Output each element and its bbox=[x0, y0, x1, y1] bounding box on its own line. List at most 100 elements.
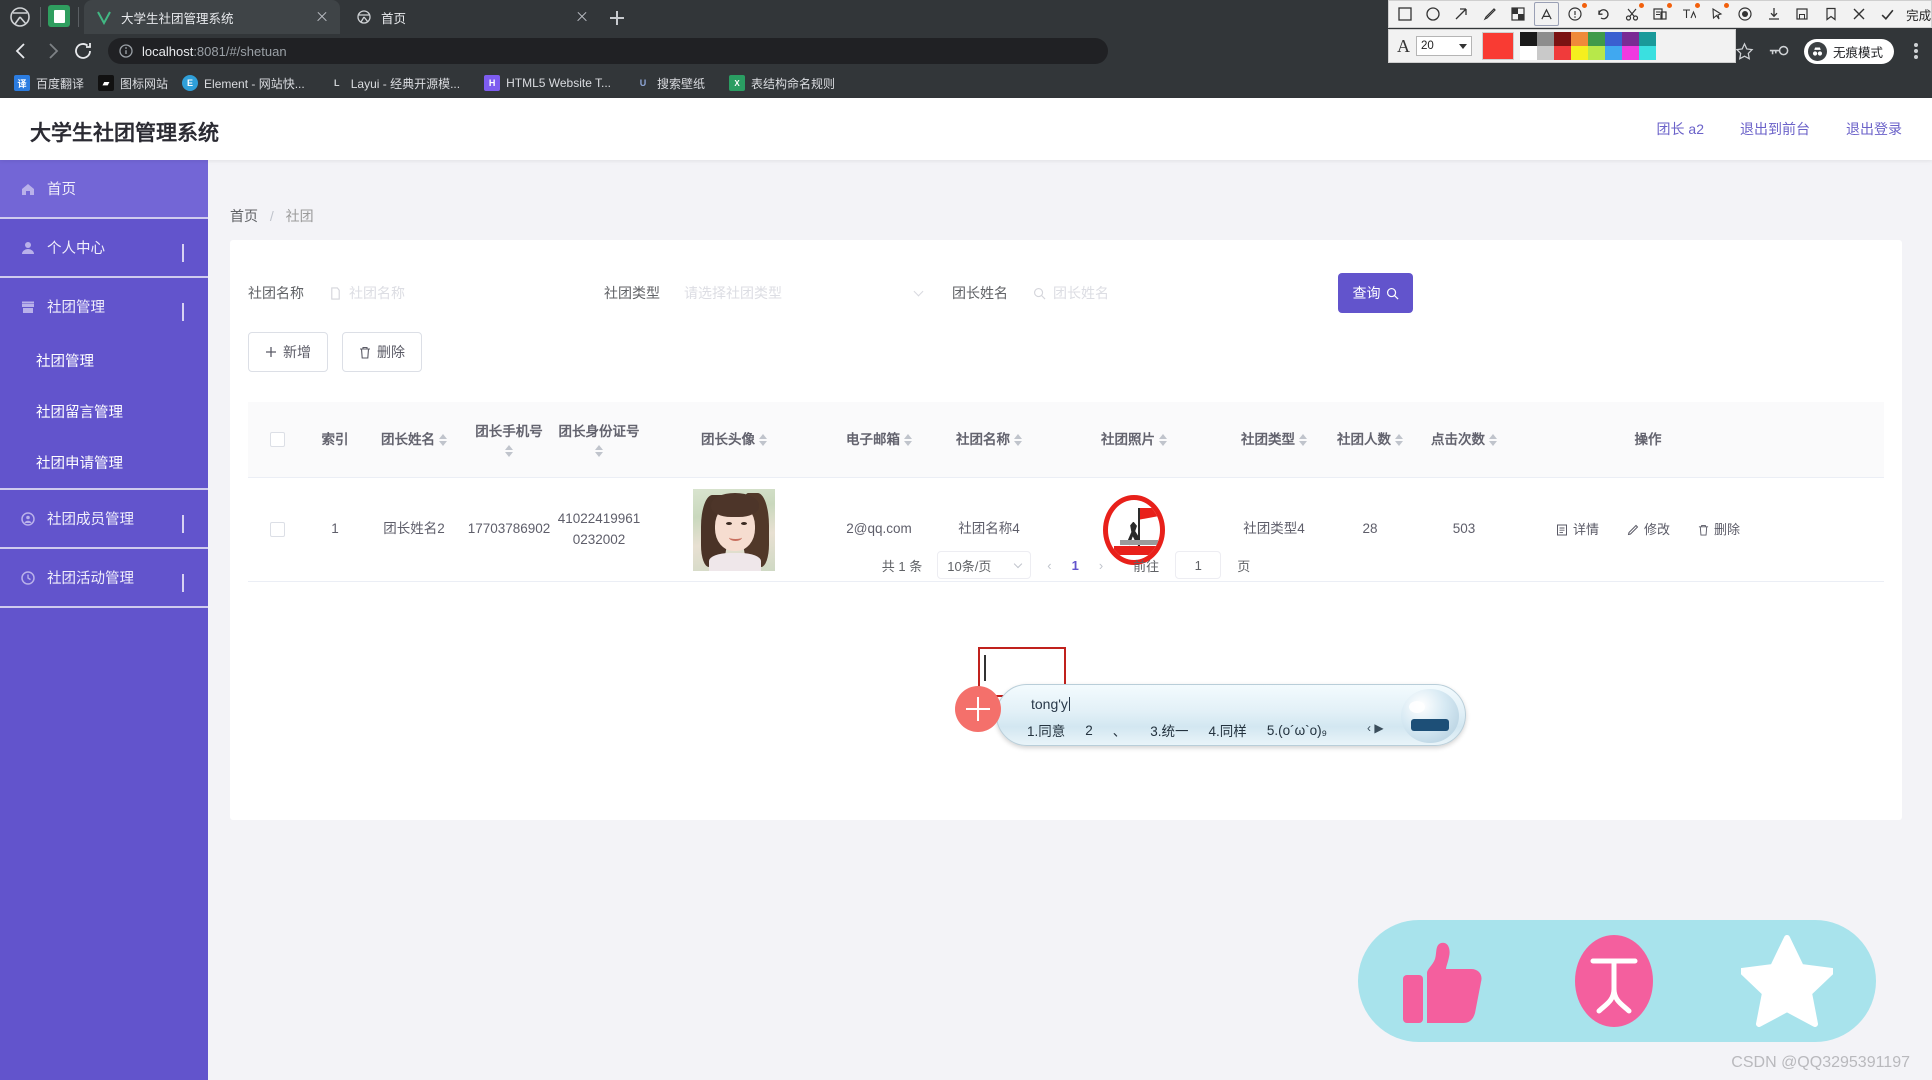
download-tool[interactable] bbox=[1761, 2, 1786, 26]
table-header-club-name[interactable]: 社团名称 bbox=[934, 430, 1044, 450]
ime-candidate[interactable]: 4.同样 bbox=[1209, 720, 1247, 740]
thumbs-down-icon[interactable] bbox=[1573, 933, 1655, 1029]
collect-tool[interactable] bbox=[1818, 2, 1843, 26]
delete-button[interactable]: 删除 bbox=[342, 332, 422, 372]
arrow-tool[interactable] bbox=[1449, 2, 1474, 26]
sidebar-subitem-club-manage[interactable]: 社团管理 bbox=[0, 335, 208, 386]
ime-candidate[interactable]: 2 bbox=[1085, 723, 1093, 738]
sidebar-item-home[interactable]: 首页 bbox=[0, 160, 208, 217]
sort-icon[interactable] bbox=[1014, 433, 1022, 446]
ime-candidate[interactable]: 3.统一 bbox=[1150, 720, 1188, 740]
club-type-select[interactable]: 请选择社团类型 bbox=[674, 273, 932, 313]
table-header-club-type[interactable]: 社团类型 bbox=[1224, 430, 1324, 450]
mosaic-tool[interactable] bbox=[1506, 2, 1531, 26]
breadcrumb-home[interactable]: 首页 bbox=[230, 208, 258, 224]
key-icon[interactable] bbox=[1768, 42, 1790, 61]
page-size-select[interactable]: 10条/页 bbox=[937, 551, 1032, 579]
table-header-leader-idcard[interactable]: 团长身份证号 bbox=[554, 422, 644, 457]
sidebar-item-club-management[interactable]: 社团管理 bbox=[0, 278, 208, 335]
table-header-member-count[interactable]: 社团人数 bbox=[1324, 430, 1416, 450]
info-circle-icon[interactable] bbox=[118, 43, 134, 59]
sidebar-subitem-club-application[interactable]: 社团申请管理 bbox=[0, 437, 208, 488]
sort-icon[interactable] bbox=[759, 433, 767, 446]
add-button[interactable]: 新增 bbox=[248, 332, 328, 372]
sidebar-item-club-members[interactable]: 社团成员管理 bbox=[0, 490, 208, 547]
tab-close-icon-2[interactable] bbox=[570, 5, 594, 29]
table-header-email[interactable]: 电子邮箱 bbox=[824, 430, 934, 450]
tab-close-icon[interactable] bbox=[310, 5, 334, 29]
bookmark-item[interactable]: H HTML5 Website T... bbox=[484, 75, 611, 91]
current-user-label[interactable]: 团长 a2 bbox=[1657, 119, 1704, 139]
star-icon[interactable] bbox=[1735, 41, 1754, 61]
address-bar[interactable]: localhost:8081/#/shetuan bbox=[108, 38, 1108, 64]
bookmark-item[interactable]: ▰ 图标网站 bbox=[98, 75, 168, 92]
cut-tool[interactable] bbox=[1619, 2, 1644, 26]
row-edit-button[interactable]: 修改 bbox=[1627, 520, 1670, 540]
sort-icon[interactable] bbox=[439, 433, 447, 446]
table-header-click-count[interactable]: 点击次数 bbox=[1416, 430, 1512, 450]
sort-icon[interactable] bbox=[904, 433, 912, 446]
ime-candidate[interactable]: 、 bbox=[1113, 720, 1127, 740]
back-button[interactable] bbox=[10, 40, 32, 62]
font-size-select[interactable]: 20 bbox=[1416, 36, 1472, 56]
cancel-tool[interactable] bbox=[1846, 2, 1871, 26]
confirm-tool[interactable] bbox=[1875, 2, 1900, 26]
pen-tool[interactable] bbox=[1477, 2, 1502, 26]
rectangle-tool[interactable] bbox=[1392, 2, 1417, 26]
forward-button[interactable] bbox=[42, 40, 64, 62]
sidebar-subitem-club-message[interactable]: 社团留言管理 bbox=[0, 386, 208, 437]
bookmark-item[interactable]: X 表结构命名规则 bbox=[729, 75, 835, 92]
serial-number-tool[interactable] bbox=[1562, 2, 1587, 26]
extension-icon[interactable] bbox=[48, 5, 70, 27]
pagination-page-1[interactable]: 1 bbox=[1072, 558, 1079, 573]
bookmark-item[interactable]: U 搜索壁纸 bbox=[635, 75, 705, 92]
bookmark-item[interactable]: 译 百度翻译 bbox=[14, 75, 84, 92]
table-header-leader-avatar[interactable]: 团长头像 bbox=[644, 430, 824, 450]
text-tool[interactable] bbox=[1533, 2, 1560, 26]
bookmark-item[interactable]: L Layui - 经典开源模... bbox=[329, 75, 460, 92]
sort-icon[interactable] bbox=[1299, 433, 1307, 446]
favorite-star-icon[interactable] bbox=[1741, 935, 1833, 1027]
row-checkbox[interactable] bbox=[269, 522, 285, 537]
ime-page-nav[interactable]: ‹ ▶ bbox=[1367, 721, 1384, 735]
ime-candidate-popup[interactable]: tong'y 1.同意 2 、 3.统一 4.同样 5.(o´ω`o)₉ ‹ ▶ bbox=[996, 684, 1466, 746]
sort-icon[interactable] bbox=[595, 444, 603, 457]
row-detail-button[interactable]: 详情 bbox=[1556, 520, 1599, 540]
current-color-swatch[interactable] bbox=[1482, 32, 1514, 60]
save-tool[interactable] bbox=[1790, 2, 1815, 26]
select-all-checkbox[interactable] bbox=[269, 432, 285, 447]
sidebar-item-club-activities[interactable]: 社团活动管理 bbox=[0, 549, 208, 606]
record-tool[interactable] bbox=[1733, 2, 1758, 26]
sidebar-item-personal-center[interactable]: 个人中心 bbox=[0, 219, 208, 276]
browser-tab-2[interactable]: 首页 bbox=[344, 0, 600, 34]
club-name-input[interactable]: 社团名称 bbox=[318, 273, 568, 313]
sort-icon[interactable] bbox=[505, 445, 513, 458]
undo-tool[interactable] bbox=[1591, 2, 1616, 26]
color-palette[interactable] bbox=[1520, 32, 1656, 60]
logout-button[interactable]: 退出登录 bbox=[1846, 119, 1902, 139]
new-tab-button[interactable] bbox=[604, 5, 630, 31]
sort-icon[interactable] bbox=[1159, 433, 1167, 446]
row-delete-button[interactable]: 删除 bbox=[1698, 520, 1740, 540]
sort-icon[interactable] bbox=[1395, 433, 1403, 446]
incognito-indicator[interactable]: 无痕模式 bbox=[1803, 38, 1894, 64]
table-header-leader-phone[interactable]: 团长手机号 bbox=[464, 422, 554, 458]
ellipse-tool[interactable] bbox=[1420, 2, 1445, 26]
sort-icon[interactable] bbox=[1489, 433, 1497, 446]
pagination-next-button[interactable]: › bbox=[1099, 558, 1103, 573]
search-button[interactable]: 查询 bbox=[1338, 273, 1413, 313]
browser-tab-1[interactable]: 大学生社团管理系统 bbox=[84, 0, 340, 34]
pagination-prev-button[interactable]: ‹ bbox=[1047, 558, 1051, 573]
thumbs-up-icon[interactable] bbox=[1401, 935, 1487, 1027]
annotation-done-label[interactable]: 完成 bbox=[1906, 5, 1931, 24]
kebab-menu-icon[interactable] bbox=[1908, 42, 1924, 60]
reload-button[interactable] bbox=[72, 40, 94, 62]
table-header-leader-name[interactable]: 团长姓名 bbox=[364, 430, 464, 450]
pagination-goto-input[interactable]: 1 bbox=[1175, 551, 1222, 579]
pin-tool[interactable] bbox=[1704, 2, 1729, 26]
bookmark-item[interactable]: E Element - 网站快... bbox=[182, 75, 305, 92]
exit-to-frontend-button[interactable]: 退出到前台 bbox=[1740, 119, 1810, 139]
ime-candidate[interactable]: 5.(o´ω`o)₉ bbox=[1267, 723, 1327, 738]
translate-tool[interactable] bbox=[1676, 2, 1701, 26]
ocr-tool[interactable] bbox=[1648, 2, 1673, 26]
